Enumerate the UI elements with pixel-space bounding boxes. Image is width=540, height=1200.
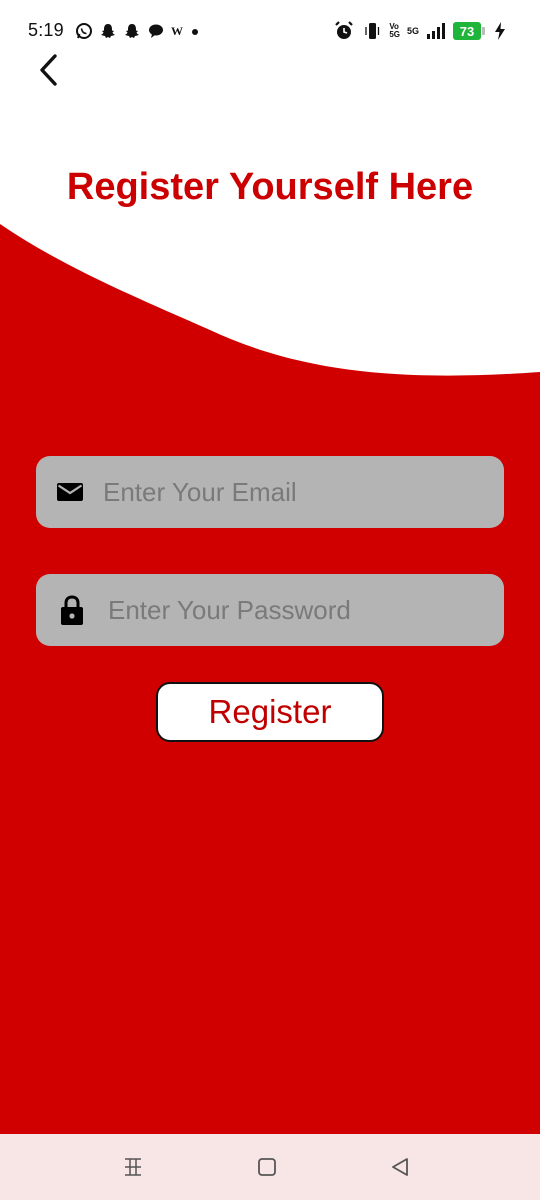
dot-icon (192, 29, 198, 35)
email-input[interactable] (103, 456, 488, 528)
system-navigation-bar (0, 1134, 540, 1200)
register-screen: 5:19 W Vo 5G 5G 73 Register Yourself Her… (0, 0, 540, 1200)
alarm-icon (335, 21, 354, 39)
volte-bottom-label: 5G (389, 30, 400, 39)
chevron-left-icon (40, 54, 57, 86)
network-type-label: 5G (406, 26, 419, 36)
lock-icon (60, 574, 84, 646)
back-button[interactable] (30, 50, 66, 90)
vibrate-icon (365, 23, 380, 39)
mail-icon (56, 456, 84, 528)
home-button[interactable] (252, 1154, 282, 1180)
system-icons: Vo 5G 5G 73 (333, 18, 506, 44)
battery-tip (482, 27, 485, 35)
password-field-container[interactable] (36, 574, 504, 646)
volte-indicator: Vo 5G (389, 23, 400, 39)
recents-button[interactable] (118, 1154, 148, 1180)
chat-bubble-icon (149, 24, 163, 38)
back-triangle-icon (392, 1158, 408, 1176)
recents-icon (125, 1158, 141, 1176)
battery-level: 73 (453, 22, 481, 40)
status-bar: 5:19 W Vo 5G 5G 73 (0, 0, 540, 60)
signal-strength-icon (427, 23, 445, 39)
password-input[interactable] (108, 574, 488, 646)
wifi-calling-icon: W (171, 23, 183, 38)
status-time: 5:19 (28, 20, 64, 40)
battery-indicator: 73 (453, 22, 487, 40)
notification-icons: W (75, 20, 201, 42)
register-button[interactable]: Register (156, 682, 384, 742)
snapchat-icon (101, 24, 115, 38)
network-indicator: 5G (406, 26, 419, 36)
email-field-container[interactable] (36, 456, 504, 528)
page-title: Register Yourself Here (66, 166, 474, 208)
nav-back-button[interactable] (385, 1154, 415, 1180)
home-icon (258, 1158, 276, 1176)
snapchat-icon (125, 24, 139, 38)
whatsapp-icon (76, 23, 92, 39)
charging-bolt-icon (495, 22, 505, 40)
